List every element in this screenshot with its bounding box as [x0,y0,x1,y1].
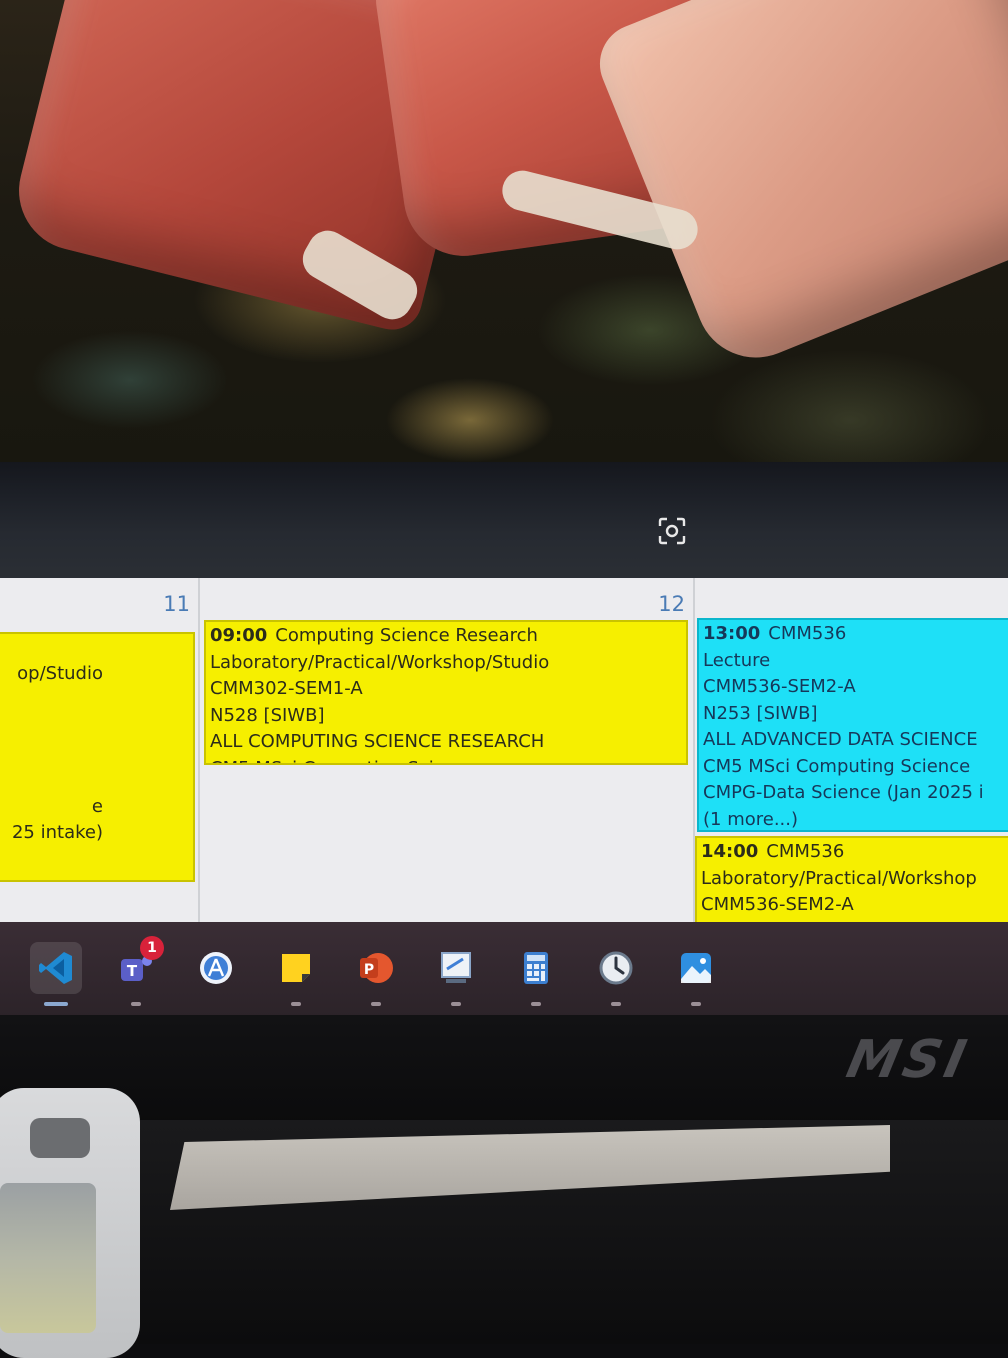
clock-icon [596,948,636,988]
running-indicator [131,1002,141,1006]
event-header: 13:00 CMM536 [703,621,1008,648]
whiteboard-icon [436,948,476,988]
event-group: ALL COMPUTING SCIENCE RESEARCH [210,731,545,752]
event-module: CMM536-SEM2-A [701,894,854,915]
sushi-piece [587,0,1008,376]
event-time: 13:00 [703,623,761,644]
event-group: ALL ADVANCED DATA SCIENCE [703,729,978,750]
monitor-brand-logo: MSI [841,1030,975,1090]
event-room: N528 [SIWB] [210,704,325,726]
calendar-event[interactable]: 14:00 CMM536 Laboratory/Practical/Worksho… [695,836,1008,924]
running-indicator [371,1002,381,1006]
calendar-event[interactable]: 13:00 CMM536 Lecture CMM536-SEM2-A N253 [… [697,618,1008,832]
svg-text:T: T [127,962,138,980]
notification-badge: 1 [140,936,164,960]
event-header: 14:00 CMM536 [701,839,1008,866]
svg-text:P: P [364,962,374,978]
more-link[interactable]: (1 more...) [703,807,1008,831]
event-module: CMM302-SEM1-A [210,678,363,699]
event-type: Laboratory/Practical/Workshop/Studio [210,651,550,673]
running-indicator [291,1002,301,1006]
taskbar-item-photos[interactable] [670,942,722,1006]
event-line: e [91,795,103,817]
taskbar-item-calculator[interactable] [510,942,562,1006]
event-type: Laboratory/Practical/Workshop [701,867,977,889]
event-line: 25 intake) [11,822,103,843]
running-indicator [451,1002,461,1006]
event-room: N253 [SIWB] [703,702,818,724]
event-type: Lecture [703,649,771,671]
active-indicator [44,1002,68,1006]
window-header [0,462,1008,582]
calendar-week-view: 11 12 op/Studio e 25 intake) 09:00 Comput… [0,578,1008,924]
day-number[interactable]: 11 [163,592,190,616]
remote-button [30,1118,90,1158]
desktop-wallpaper [0,0,1008,465]
taskbar-item-vscode[interactable] [30,942,82,1006]
taskbar-item-app-store[interactable] [190,942,242,994]
running-indicator [691,1002,701,1006]
event-module: CMM536-SEM2-A [703,676,856,697]
taskbar-item-sticky-notes[interactable] [270,942,322,1006]
event-time: 09:00 [210,625,268,646]
powerpoint-icon: P [356,948,396,988]
event-header: 09:00 Computing Science Research [210,623,682,650]
app-store-icon [196,948,236,988]
event-course: CM5 MSci Computing Science [703,755,971,777]
event-title: CMM536 [766,841,845,862]
calendar-event[interactable]: op/Studio e 25 intake) [0,632,195,882]
event-course: CM5 MSci Computing Science [210,756,682,764]
taskbar: T 1 P [0,922,1008,1017]
photos-icon [676,948,716,988]
running-indicator [531,1002,541,1006]
remote-control [0,1088,140,1358]
calculator-icon [516,948,556,988]
day-number[interactable]: 12 [658,592,685,616]
event-title: Computing Science Research [275,625,538,646]
remote-display [0,1183,96,1333]
event-title: CMM536 [768,623,847,644]
calendar-event[interactable]: 09:00 Computing Science Research Laborato… [204,620,688,765]
event-course: CMPG-Data Science (Jan 2025 i [703,782,984,803]
event-time: 14:00 [701,841,759,862]
sticky-notes-icon [276,948,316,988]
running-indicator [611,1002,621,1006]
taskbar-item-clock[interactable] [590,942,642,1006]
vscode-icon [36,948,76,988]
taskbar-item-whiteboard[interactable] [430,942,482,1006]
taskbar-item-teams[interactable]: T 1 [110,936,164,1006]
taskbar-item-powerpoint[interactable]: P [350,942,402,1006]
screen-capture-icon[interactable] [656,516,688,548]
event-line: op/Studio [17,663,103,684]
